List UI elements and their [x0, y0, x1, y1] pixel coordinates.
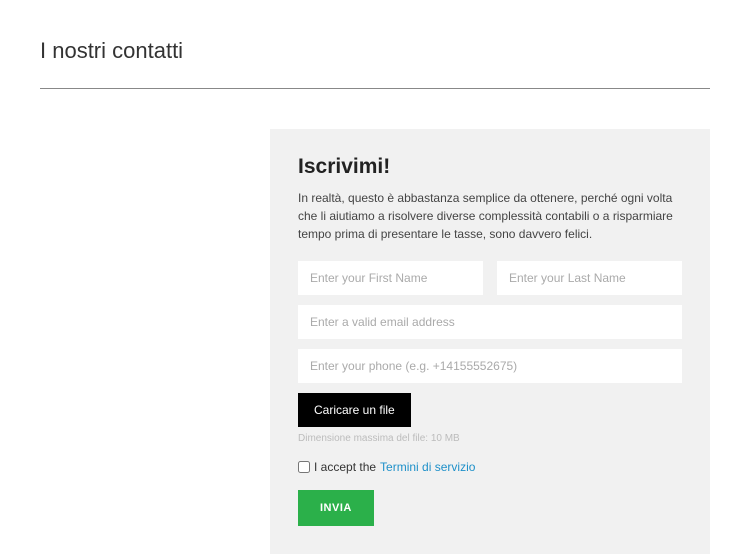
name-row: [298, 261, 682, 295]
accept-terms-checkbox[interactable]: [298, 461, 310, 473]
email-input[interactable]: [298, 305, 682, 339]
divider: [40, 88, 710, 89]
upload-file-button[interactable]: Caricare un file: [298, 393, 411, 427]
file-size-hint: Dimensione massima del file: 10 MB: [298, 433, 682, 444]
phone-input[interactable]: [298, 349, 682, 383]
first-name-input[interactable]: [298, 261, 483, 295]
accept-terms-row: I accept the Termini di servizio: [298, 460, 682, 474]
last-name-input[interactable]: [497, 261, 682, 295]
signup-form-card: Iscrivimi! In realtà, questo è abbastanz…: [270, 129, 710, 554]
form-description: In realtà, questo è abbastanza semplice …: [298, 189, 682, 243]
submit-button[interactable]: INVIA: [298, 490, 374, 526]
left-spacer: [40, 129, 270, 554]
layout: Iscrivimi! In realtà, questo è abbastanz…: [40, 129, 710, 554]
form-title: Iscrivimi!: [298, 155, 682, 179]
accept-terms-prefix: I accept the: [314, 460, 376, 474]
page-title: I nostri contatti: [40, 38, 710, 64]
terms-of-service-link[interactable]: Termini di servizio: [380, 460, 475, 474]
